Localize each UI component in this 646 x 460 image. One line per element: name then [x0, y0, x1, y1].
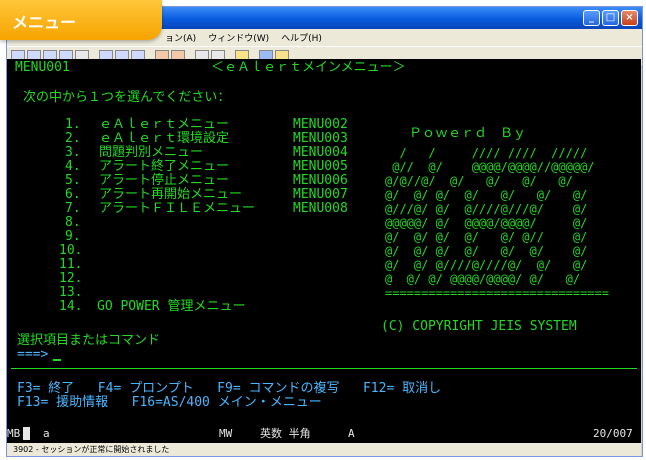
- option-number: 13.: [59, 285, 83, 300]
- fkeys-line-1: F3= 終了 F4= プロンプト F9= コマンドの複写 F12= 取消し: [17, 381, 442, 396]
- logo-art-line: @/@//@/ @/ @/ @/ @/: [385, 174, 573, 188]
- logo-art-line: @///@/ @/ @////@///@/ @/: [385, 202, 588, 216]
- oia-keyboard: A: [348, 427, 355, 440]
- option-code: MENU008: [293, 201, 348, 216]
- logo-art-line: ===============================: [385, 286, 609, 300]
- oia-session: MB: [7, 427, 21, 440]
- option-number: 8.: [65, 215, 81, 230]
- terminal-screen[interactable]: MENU001 ＜ｅＡｌｅｒｔメインメニュー＞ 次の中から１つを選んでください：…: [7, 59, 641, 424]
- logo-art-line: @/ @/ @/ @/ @/ @/ @/: [385, 188, 588, 202]
- option-number: 5.: [65, 173, 81, 188]
- oia-mw: MW: [219, 427, 233, 440]
- badge-label: メニュー: [12, 13, 77, 32]
- logo-art-line: @@@@@/ @/ @@@@/@@@@/ @/: [385, 216, 588, 230]
- option-label: アラートＦＩＬＥメニュー: [99, 201, 256, 216]
- option-code: MENU005: [293, 159, 348, 174]
- option-number: 10.: [59, 243, 83, 258]
- minimize-icon[interactable]: _: [583, 10, 600, 26]
- option-number: 4.: [65, 159, 81, 174]
- option-label: ｅＡｌｅｒｔ環境設定: [99, 131, 230, 146]
- operator-info-area: MB a MW 英数 半角 A 20/007: [7, 424, 641, 443]
- logo-art-line: @ @/ @/ @@@@/@@@@/ @/ @/: [385, 272, 581, 286]
- menu-item-help[interactable]: ヘルプ(H): [275, 31, 328, 44]
- screen-title: ＜ｅＡｌｅｒｔメインメニュー＞: [211, 60, 406, 75]
- logo-art-line: @/ @/ @/ @/ @/ @// @/: [385, 230, 588, 244]
- option-number: 3.: [65, 145, 81, 160]
- menu-item-window[interactable]: ウィンドウ(W): [202, 31, 275, 44]
- option-number: 6.: [65, 187, 81, 202]
- powered-by-label: Ｐｏｗｅｒｄ Ｂｙ: [409, 126, 527, 141]
- option-number: 11.: [59, 257, 83, 272]
- instruction-text: 次の中から１つを選んでください：: [23, 90, 231, 105]
- menu-id: MENU001: [15, 60, 70, 75]
- option-code: MENU007: [293, 187, 348, 202]
- command-prompt-label: 選択項目またはコマンド: [17, 333, 161, 348]
- option-code: MENU004: [293, 145, 348, 160]
- option-label: GO POWER 管理メニュー: [97, 299, 246, 314]
- command-underline: [11, 368, 637, 369]
- option-code: MENU003: [293, 131, 348, 146]
- oia-status-block: [23, 427, 30, 440]
- option-number: 1.: [65, 117, 81, 132]
- option-label: アラート停止メニュー: [99, 173, 230, 188]
- fkeys-line-2: F13= 援助情報 F16=AS/400 メイン・メニュー: [17, 395, 322, 410]
- command-arrow: ===>: [17, 347, 49, 362]
- option-code: MENU002: [293, 117, 348, 132]
- option-number: 12.: [59, 271, 83, 286]
- oia-mode: a: [43, 427, 50, 440]
- logo-art-line: / / //// //// /////: [385, 146, 588, 160]
- option-number: 2.: [65, 131, 81, 146]
- window-controls: _ □ ×: [583, 10, 638, 26]
- copyright-text: (C) COPYRIGHT JEIS SYSTEM: [381, 319, 577, 334]
- option-number: 14.: [59, 299, 83, 314]
- logo-art-line: @/ @/ @/ @/ @/ @/ @/: [385, 244, 588, 258]
- status-message: 3902 - セッションが正常に開始されました: [13, 445, 170, 454]
- option-number: 9.: [65, 229, 81, 244]
- command-input-cursor[interactable]: [53, 359, 61, 361]
- logo-art-line: @// @/ @@@@/@@@@//@@@@@/: [385, 160, 595, 174]
- menu-badge: メニュー: [0, 0, 162, 40]
- maximize-icon[interactable]: □: [602, 10, 619, 26]
- oia-cursor-position: 20/007: [593, 427, 633, 440]
- option-label: アラート終了メニュー: [99, 159, 230, 174]
- logo-art-line: @/ @/ @////@////@/ @/ @/: [385, 258, 588, 272]
- option-label: ｅＡｌｅｒｔメニュー: [99, 117, 230, 132]
- status-bar: 3902 - セッションが正常に開始されました: [7, 443, 641, 456]
- oia-input-mode: 英数 半角: [260, 427, 311, 440]
- option-code: MENU006: [293, 173, 348, 188]
- option-label: アラート再開始メニュー: [99, 187, 243, 202]
- option-number: 7.: [65, 201, 81, 216]
- option-label: 問題判別メニュー: [99, 145, 204, 160]
- menu-item-session[interactable]: ョン(A): [159, 31, 202, 44]
- close-icon[interactable]: ×: [621, 10, 638, 26]
